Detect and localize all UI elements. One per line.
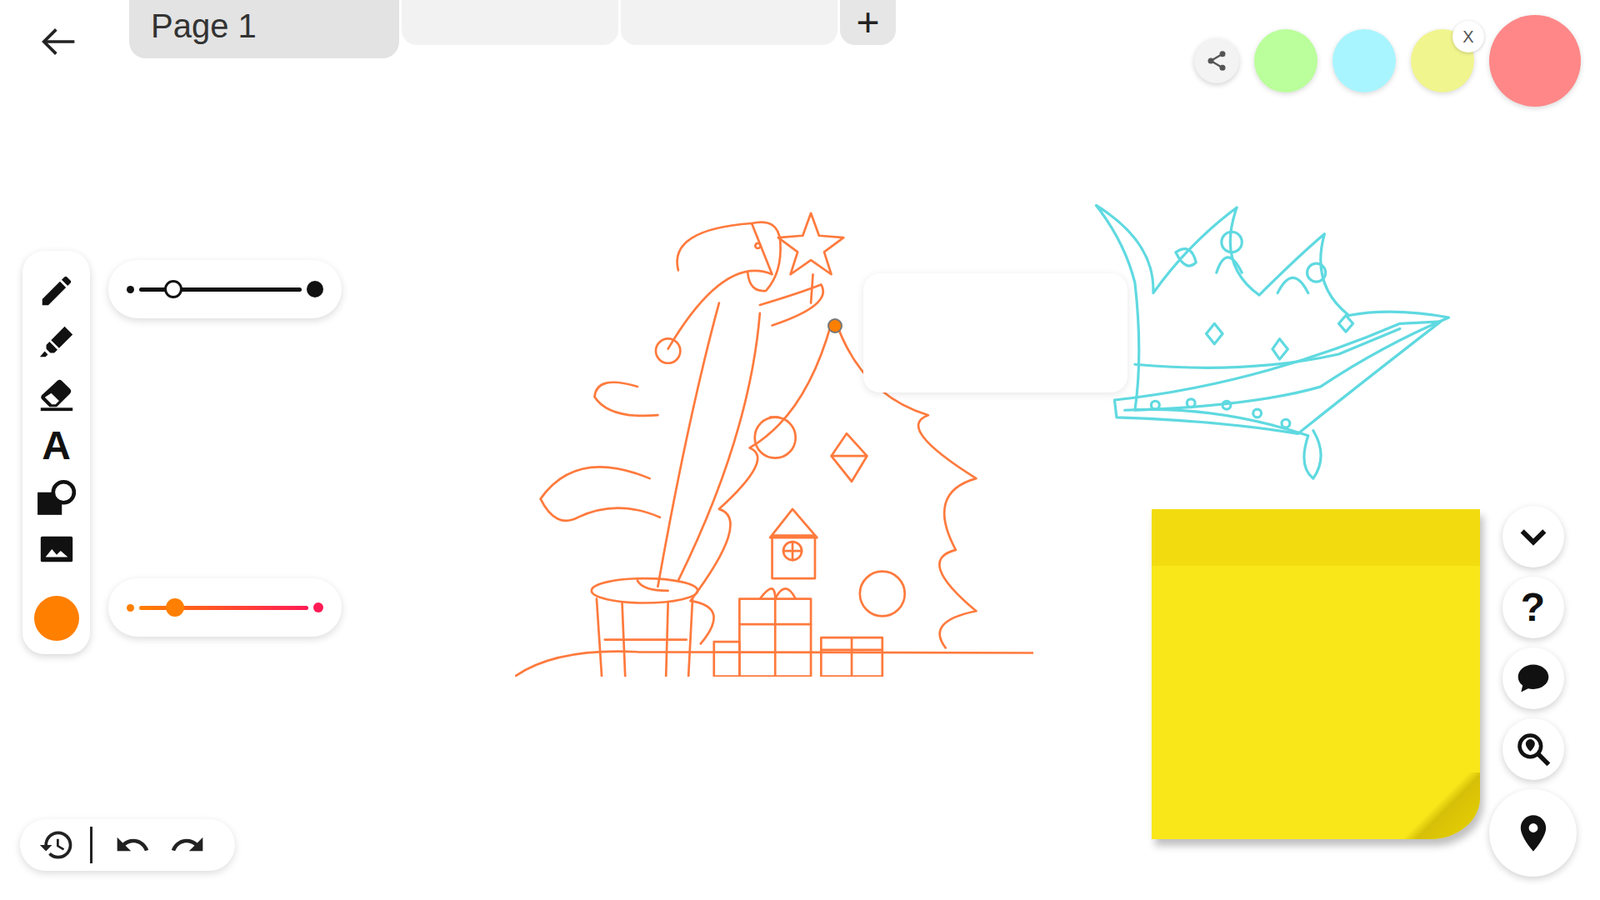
slider-thumb[interactable] (165, 598, 185, 617)
pencil-icon (37, 271, 76, 310)
crown-drawing[interactable] (1094, 200, 1451, 480)
right-controls: ? (1489, 505, 1577, 877)
size-slider[interactable] (108, 260, 342, 319)
redo-button[interactable] (165, 823, 210, 867)
page-tabs: Page 1 + (129, 0, 896, 59)
whiteboard-app: Page 1 + X A ? (0, 0, 1600, 900)
undo-button[interactable] (110, 823, 155, 867)
page-tab[interactable] (620, 0, 838, 45)
comment-icon (1515, 660, 1552, 697)
color-swatch[interactable] (1332, 29, 1396, 93)
color-slider[interactable] (108, 578, 342, 637)
highlighter-tool[interactable] (33, 320, 80, 365)
min-size-dot (126, 285, 135, 294)
back-arrow-icon (30, 23, 89, 60)
history-icon (38, 826, 75, 864)
eraser-tool[interactable] (33, 372, 80, 416)
zoom-button[interactable] (1502, 718, 1565, 780)
slider-track[interactable] (139, 287, 302, 292)
image-tool[interactable] (33, 527, 80, 571)
color-palette: X (1194, 15, 1581, 107)
location-pin-icon (1511, 811, 1555, 855)
color-swatch[interactable]: X (1410, 29, 1475, 93)
add-tab-button[interactable]: + (840, 0, 896, 45)
connector-dot[interactable] (827, 318, 843, 334)
current-color[interactable] (34, 595, 80, 641)
share-icon (1205, 49, 1229, 73)
help-label: ? (1520, 587, 1545, 628)
start-color-dot (126, 604, 135, 612)
shapes-icon (35, 476, 78, 519)
pencil-tool[interactable] (33, 269, 80, 313)
help-button[interactable]: ? (1502, 576, 1565, 639)
page-tab[interactable]: Page 1 (129, 0, 400, 59)
eraser-icon (37, 375, 76, 414)
slider-thumb[interactable] (164, 280, 183, 299)
text-tool[interactable]: A (33, 424, 80, 468)
zoom-location-icon (1515, 730, 1552, 768)
collapse-button[interactable] (1502, 505, 1565, 568)
tool-bar: A (22, 250, 90, 655)
undo-icon (114, 826, 151, 864)
divider (90, 826, 93, 864)
max-size-dot (306, 280, 324, 298)
history-button[interactable] (35, 823, 79, 867)
redo-icon (169, 826, 206, 864)
text-tool-label: A (41, 425, 71, 466)
sticky-note[interactable] (1151, 509, 1480, 840)
back-button[interactable] (29, 16, 90, 67)
slider-track[interactable] (139, 605, 309, 610)
history-bar (20, 819, 235, 871)
sticky-note-curl (1405, 772, 1480, 840)
location-button[interactable] (1489, 789, 1577, 877)
end-color-dot (313, 602, 324, 613)
image-icon (37, 530, 76, 569)
share-button[interactable] (1194, 38, 1240, 84)
comment-button[interactable] (1502, 647, 1565, 710)
sticky-note-header (1151, 509, 1480, 566)
color-swatch[interactable] (1254, 29, 1318, 93)
highlighter-icon (37, 323, 76, 362)
remove-color-button[interactable]: X (1452, 20, 1485, 53)
shape-tool[interactable] (33, 475, 80, 520)
chevron-down-icon (1516, 520, 1550, 554)
page-tab[interactable] (401, 0, 619, 45)
text-box[interactable] (863, 273, 1128, 393)
color-swatch[interactable] (1489, 15, 1581, 107)
